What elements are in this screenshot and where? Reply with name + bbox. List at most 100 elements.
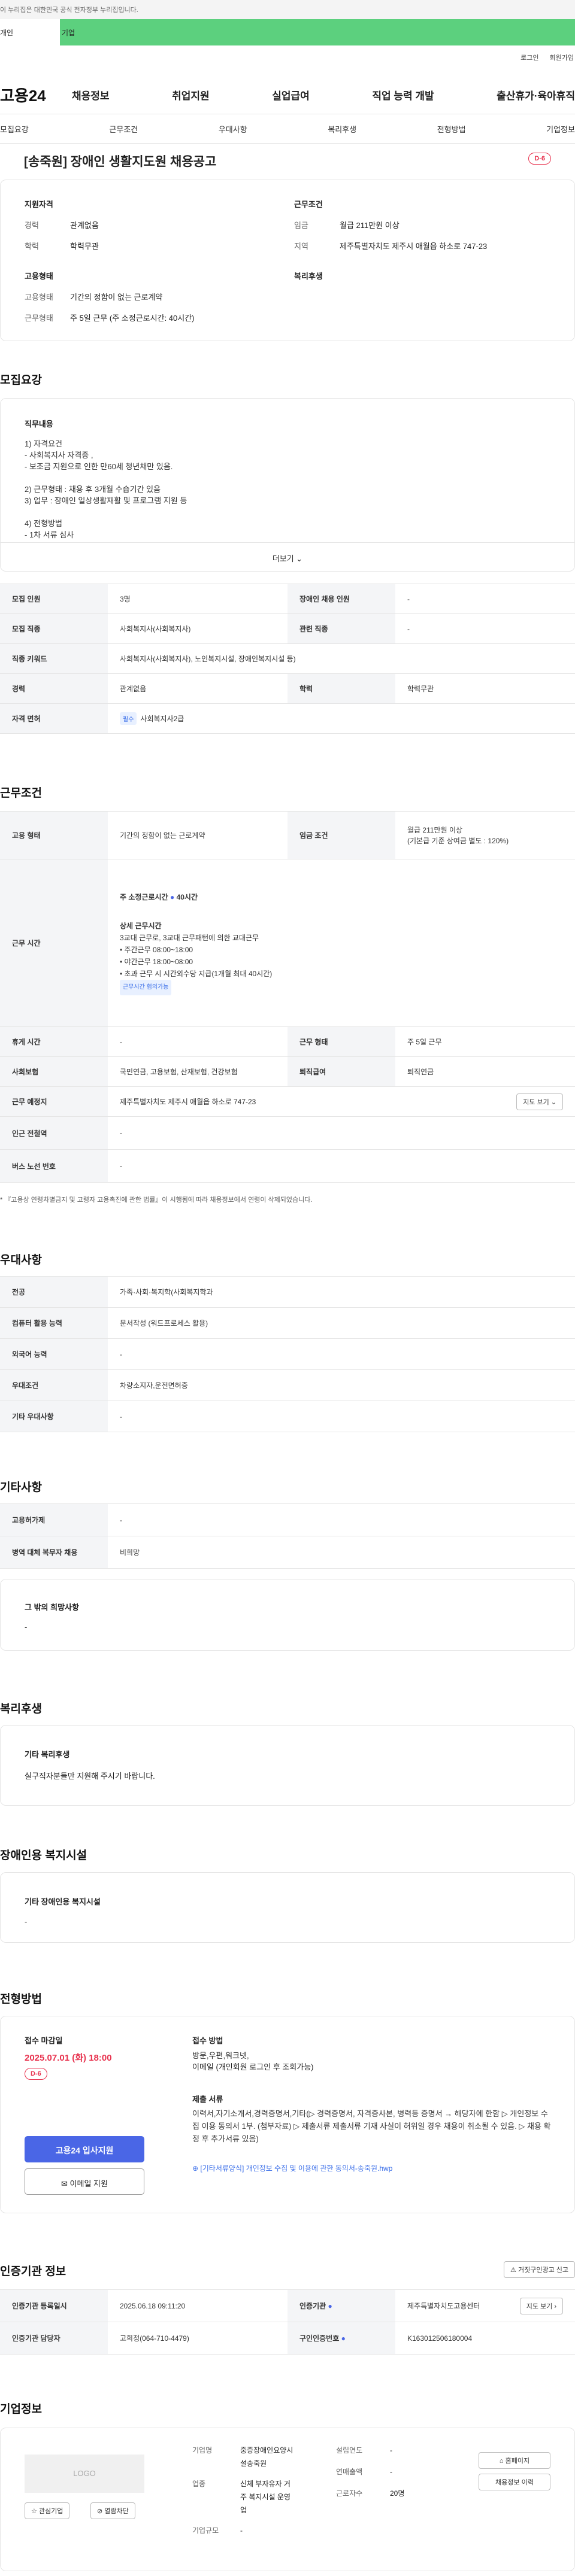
cond-value: 차량소지자,운전면허증 xyxy=(120,1381,188,1390)
duty-line: 1) 자격요건 xyxy=(25,439,63,448)
tab-personal[interactable]: 개인 xyxy=(0,19,60,45)
deadline-title: 접수 마감일 xyxy=(25,2036,63,2045)
area-label: 지역 xyxy=(294,242,308,251)
docs-link[interactable]: ⊕ [기타서류양식] 개인정보 수집 및 이용에 관한 동의서-송죽원.hwp xyxy=(192,2163,392,2173)
name-value: 설송죽원 xyxy=(240,2459,267,2468)
industry-value: 주 복지시설 운영 xyxy=(240,2493,290,2501)
job-value: 사회복지사(사회복지사) xyxy=(120,625,191,633)
pref-etc-label: 기타 우대사항 xyxy=(0,1401,108,1432)
signup-link[interactable]: 회원가입 xyxy=(550,54,574,62)
gnb-item-jobs[interactable]: 채용정보 xyxy=(72,87,110,102)
agency-value: 제주특별자치도고용센터 xyxy=(407,2302,480,2310)
work-table: 고용 형태 기간의 정함이 없는 근로계약 임금 조건 월급 211만원 이상 (기본급… xyxy=(0,811,575,1183)
tab-company[interactable]: 기업 xyxy=(60,19,575,45)
hours-value: 40시간 xyxy=(176,892,198,901)
required-badge: 필수 xyxy=(120,712,137,725)
gnb-item-benefit[interactable]: 실업급여 xyxy=(272,87,310,102)
hours-head: 주 소정근로시간 xyxy=(120,892,168,901)
emp-type-value: 기간의 정함이 없는 근로계약 xyxy=(120,831,205,840)
more-button[interactable]: 더보기 ⌄ xyxy=(1,542,574,571)
disabled-title: 기타 장애인용 복지시설 xyxy=(25,1897,101,1906)
member-tabs: 개인 기업 xyxy=(0,19,575,45)
place-value: 제주특별자치도 제주시 애월읍 하소로 747-23 xyxy=(120,1098,256,1106)
gnb-item-support[interactable]: 취업지원 xyxy=(172,87,210,102)
subway-label: 인근 전철역 xyxy=(0,1117,108,1149)
duty-line: - 사회복지사 자격증 , xyxy=(25,451,93,460)
year-label: 설립연도 xyxy=(336,2446,363,2455)
detail-line: • 초과 근무 시 시간외수당 지급(1개월 최대 40시간) xyxy=(120,969,273,978)
other-table: 고용허가제 - 병역 대체 복무자 채용 비희망 xyxy=(0,1503,575,1569)
tab-recruit[interactable]: 모집요강 xyxy=(0,123,29,135)
report-button[interactable]: ⚠ 거짓구인광고 신고 xyxy=(504,2261,575,2278)
edu-label: 학력 xyxy=(25,242,39,251)
method-line: 이메일 (개인회원 로그인 후 조회가능) xyxy=(192,2062,314,2071)
info-icon[interactable]: ● xyxy=(341,2334,346,2343)
recruit-table: 모집 인원 3명 장애인 채용 인원 - 모집 직종 사회복지사(사회복지사) 관련 직종… xyxy=(0,584,575,734)
lang-label: 외국어 능력 xyxy=(0,1339,108,1369)
related-value: - xyxy=(407,624,410,633)
emp-value: 기간의 정함이 없는 근로계약 xyxy=(70,293,163,302)
tab-work[interactable]: 근무조건 xyxy=(109,123,138,135)
login-link[interactable]: 로그인 xyxy=(520,54,538,62)
info-icon[interactable]: ● xyxy=(328,2302,332,2310)
sales-value: - xyxy=(390,2468,392,2476)
size-value: - xyxy=(240,2526,243,2535)
gnb-item-leave[interactable]: 출산휴가·육아휴직 xyxy=(497,87,575,102)
company-heading: 기업정보 xyxy=(0,2403,42,2416)
duty-line: 4) 전형방법 xyxy=(25,519,63,528)
detail-line: • 주간근무 08:00~18:00 xyxy=(120,945,193,954)
company-logo: LOGO xyxy=(25,2455,144,2493)
report-icon: ⚠ xyxy=(510,2267,516,2274)
tab-company[interactable]: 기업정보 xyxy=(546,123,575,135)
disabled-value: - xyxy=(25,1917,28,1926)
subway-value: - xyxy=(120,1129,122,1137)
disabled-heading: 장애인용 복지시설 xyxy=(0,1849,87,1862)
history-button[interactable]: 채용정보 이력 xyxy=(479,2474,550,2490)
pref-heading: 우대사항 xyxy=(0,1254,42,1266)
tab-process[interactable]: 전형방법 xyxy=(437,123,466,135)
global-nav: 고용24 채용정보 취업지원 실업급여 직업 능력 개발 출산휴가·육아휴직 xyxy=(0,84,575,106)
welfare-etc-title: 기타 복리후생 xyxy=(25,1750,70,1759)
pref-etc-value: - xyxy=(120,1412,122,1421)
rest-label: 휴게 시간 xyxy=(0,1027,108,1056)
insurance-value: 국민연금, 고용보험, 산재보험, 건강보험 xyxy=(120,1068,238,1076)
major-label: 전공 xyxy=(0,1277,108,1307)
apply-button[interactable]: 고용24 입사지원 xyxy=(25,2136,144,2162)
dday-badge: D-6 xyxy=(25,2068,47,2080)
welfare-title: 복리후생 xyxy=(294,272,323,281)
industry-label: 업종 xyxy=(192,2480,206,2488)
pc-value: 문서작성 (워드프로세스 활용) xyxy=(120,1319,208,1328)
gov-banner: 이 누리집은 대한민국 공식 전자정부 누리집입니다. xyxy=(0,0,575,19)
detail-line: • 야간근무 18:00~08:00 xyxy=(120,957,193,966)
welfare-heading: 복리후생 xyxy=(0,1703,42,1715)
duty-line: - 보조금 지원으로 인한 만60세 청년채만 있음. xyxy=(25,462,173,471)
edu-label: 학력 xyxy=(288,674,395,703)
agency-map-button[interactable]: 지도 보기 › xyxy=(519,2297,563,2314)
disabled-value: - xyxy=(407,594,410,603)
agency-table: 인증기관 등록일시 2025.06.18 09:11:20 인증기관 ● 제주특별자치… xyxy=(0,2289,575,2355)
gnb-item-training[interactable]: 직업 능력 개발 xyxy=(372,87,434,102)
industry-value: 신체 부자유자 거 xyxy=(240,2480,290,2488)
email-apply-label: 이메일 지원 xyxy=(69,2179,108,2188)
wage-cond-label: 임금 조건 xyxy=(288,812,395,859)
tab-welfare[interactable]: 복리후생 xyxy=(328,123,356,135)
tab-pref[interactable]: 우대사항 xyxy=(219,123,247,135)
site-logo[interactable]: 고용24 xyxy=(0,84,72,106)
homepage-button[interactable]: ⌂ 홈페이지 xyxy=(479,2452,550,2469)
keyword-label: 직종 키워드 xyxy=(0,644,108,673)
docs-link-label: [기타서류양식] 개인정보 수집 및 이용에 관한 동의서-송죽원.hwp xyxy=(200,2164,393,2173)
wish-value: - xyxy=(25,1623,28,1632)
block-button[interactable]: ⊘ 열람차단 xyxy=(90,2502,135,2519)
job-header: [송죽원] 장애인 생활지도원 채용공고 D-6 xyxy=(0,144,575,178)
email-apply-button[interactable]: ✉ 이메일 지원 xyxy=(25,2168,144,2195)
duty-line: 3) 업무 : 장애인 일상생활재활 및 프로그램 지원 등 xyxy=(25,496,187,505)
cert-no-value: K163012506180004 xyxy=(407,2334,473,2343)
method-line: 방문,우편,워크넷, xyxy=(192,2051,249,2060)
cert-no-label: 구인인증번호 ● xyxy=(288,2322,395,2354)
edu-value: 학력무관 xyxy=(407,685,434,693)
agency-label: 인증기관 ● xyxy=(288,2290,395,2322)
map-button[interactable]: 지도 보기 ⌄ xyxy=(516,1093,563,1110)
qual-title: 지원자격 xyxy=(25,200,53,209)
favorite-button[interactable]: ☆ 관심기업 xyxy=(25,2502,70,2519)
reg-label: 인증기관 등록일시 xyxy=(0,2290,108,2322)
